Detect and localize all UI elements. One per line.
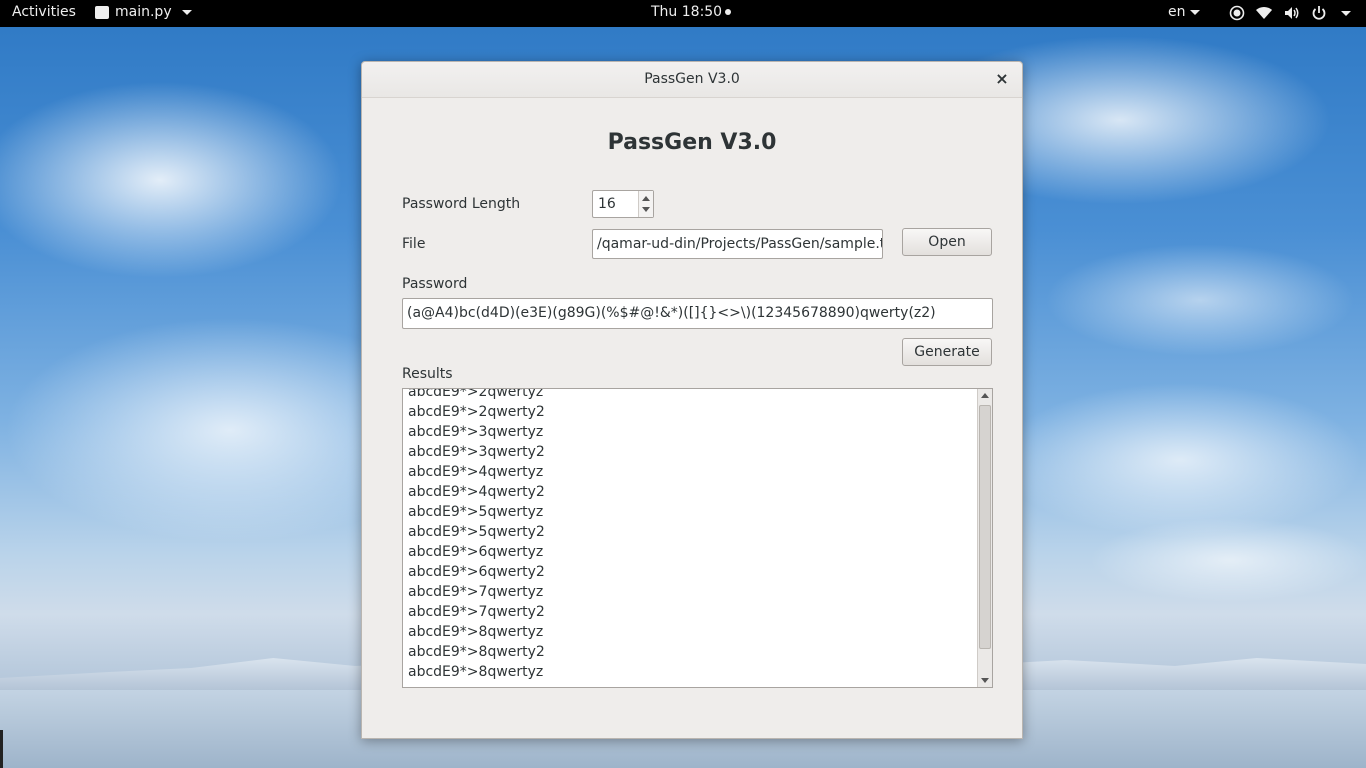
notification-dot-icon (725, 9, 732, 15)
chevron-down-icon (1341, 10, 1351, 16)
list-item[interactable]: abcdE9*>8qwerty2 (408, 642, 976, 662)
language-label: en (1168, 4, 1186, 20)
list-item[interactable]: abcdE9*>3qwerty2 (408, 442, 976, 462)
results-items: abcdE9*>2qwertyz abcdE9*>2qwerty2 abcdE9*>… (408, 389, 976, 682)
scroll-up-icon[interactable] (981, 393, 989, 398)
list-item[interactable]: abcdE9*>2qwertyz (408, 389, 976, 402)
app-menu[interactable]: main.py (95, 4, 192, 20)
app-menu-label: main.py (115, 4, 172, 20)
passgen-window: PassGen V3.0 × PassGen V3.0 Password Len… (361, 61, 1023, 739)
activities-button[interactable]: Activities (12, 4, 76, 20)
list-item[interactable]: abcdE9*>4qwerty2 (408, 482, 976, 502)
password-length-label: Password Length (402, 196, 521, 212)
list-item[interactable]: abcdE9*>5qwertyz (408, 502, 976, 522)
clock-label: Thu 18:50 (651, 4, 723, 20)
dock-edge (0, 730, 3, 768)
list-item[interactable]: abcdE9*>4qwertyz (408, 462, 976, 482)
results-list[interactable]: abcdE9*>2qwertyz abcdE9*>2qwerty2 abcdE9*>… (402, 388, 993, 688)
password-length-spinbox[interactable]: 16 (592, 190, 654, 218)
list-item[interactable]: abcdE9*>5qwerty2 (408, 522, 976, 542)
open-button[interactable]: Open (902, 228, 992, 256)
spin-down-icon[interactable] (642, 207, 650, 212)
spin-up-icon[interactable] (642, 196, 650, 201)
volume-icon (1283, 5, 1301, 21)
file-label: File (402, 236, 426, 252)
chevron-down-icon (1189, 9, 1200, 15)
password-length-value[interactable]: 16 (598, 196, 616, 212)
generate-button[interactable]: Generate (902, 338, 992, 366)
list-item[interactable]: abcdE9*>3qwertyz (408, 422, 976, 442)
spin-arrows (638, 191, 653, 217)
system-status-area[interactable] (1229, 5, 1351, 21)
close-icon[interactable]: × (992, 69, 1012, 89)
results-label: Results (402, 366, 453, 382)
chevron-down-icon (181, 9, 192, 15)
window-titlebar[interactable]: PassGen V3.0 × (362, 62, 1022, 98)
window-title: PassGen V3.0 (644, 71, 740, 87)
list-item[interactable]: abcdE9*>6qwerty2 (408, 562, 976, 582)
results-scrollbar[interactable] (977, 389, 992, 687)
list-item[interactable]: abcdE9*>8qwertyz (408, 622, 976, 642)
scrollbar-thumb[interactable] (979, 405, 991, 649)
power-icon (1311, 5, 1327, 21)
language-menu[interactable]: en (1168, 4, 1200, 20)
list-item[interactable]: abcdE9*>8qwertyz (408, 662, 976, 682)
app-icon (95, 5, 109, 19)
file-path-field[interactable]: /qamar-ud-din/Projects/PassGen/sample.tx… (592, 229, 883, 259)
list-item[interactable]: abcdE9*>6qwertyz (408, 542, 976, 562)
wifi-icon (1255, 5, 1273, 21)
page-title: PassGen V3.0 (607, 130, 777, 155)
password-label: Password (402, 276, 468, 292)
scroll-down-icon[interactable] (981, 678, 989, 683)
password-field[interactable]: (a@A4)bc(d4D)(e3E)(g89G)(%$#@!&*)([]{}<>… (402, 298, 993, 329)
top-bar: Activities main.py Thu 18:50 en (0, 0, 1366, 27)
list-item[interactable]: abcdE9*>7qwerty2 (408, 602, 976, 622)
clock[interactable]: Thu 18:50 (651, 4, 732, 20)
record-icon (1229, 5, 1245, 21)
list-item[interactable]: abcdE9*>7qwertyz (408, 582, 976, 602)
list-item[interactable]: abcdE9*>2qwerty2 (408, 402, 976, 422)
